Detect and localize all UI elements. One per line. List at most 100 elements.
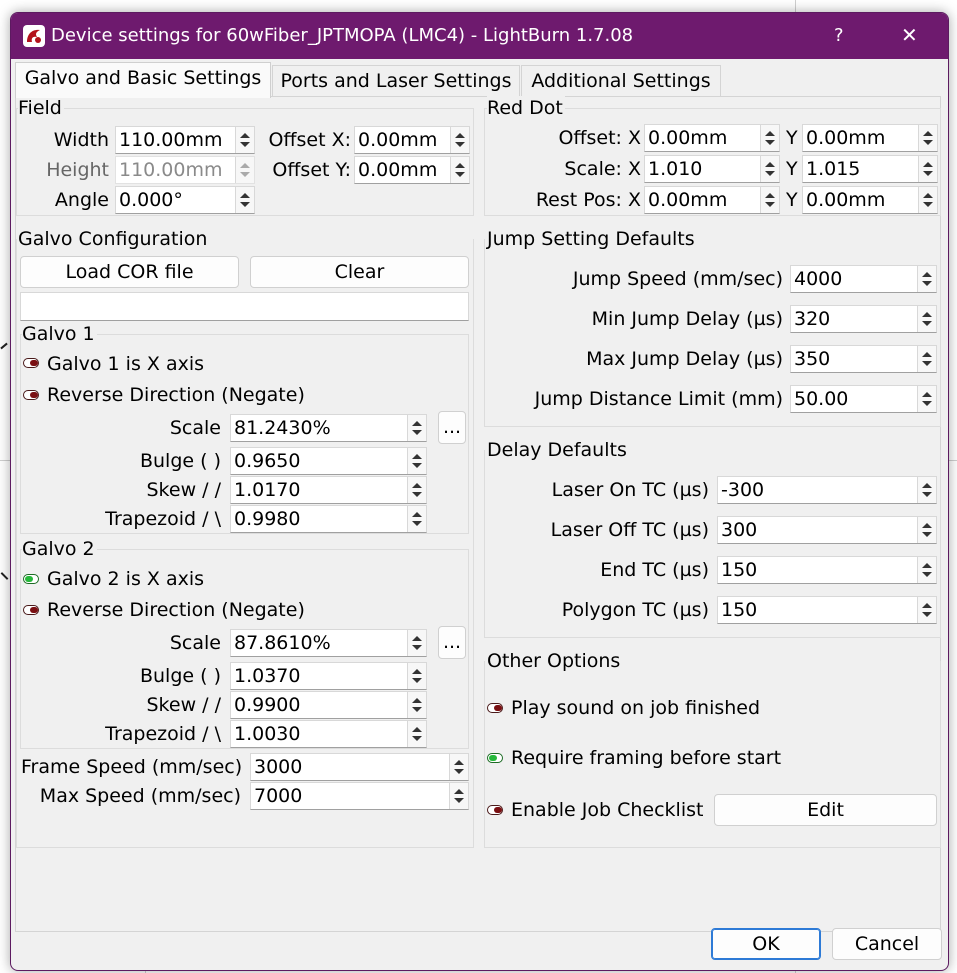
polygon-tc-input[interactable]: 150: [717, 596, 937, 624]
jump-speed-input[interactable]: 4000: [790, 265, 937, 293]
spin-arrows-icon[interactable]: [917, 306, 936, 332]
spin-arrows-icon[interactable]: [449, 754, 468, 780]
galvo-1-reverse-toggle[interactable]: [23, 390, 39, 400]
spin-arrows-icon[interactable]: [407, 721, 426, 747]
spin-arrows-icon[interactable]: [917, 386, 936, 412]
galvo-2-trapezoid-input[interactable]: 1.0030: [230, 720, 427, 748]
red-dot-offset-y-label: Y: [786, 127, 798, 149]
tab-ports-laser[interactable]: Ports and Laser Settings: [272, 65, 520, 96]
close-icon[interactable]: ✕: [901, 21, 918, 49]
spin-arrows-icon[interactable]: [918, 125, 937, 151]
spin-arrows-icon[interactable]: [450, 127, 469, 153]
max-speed-input[interactable]: 7000: [250, 782, 469, 810]
spin-arrows-icon[interactable]: [407, 663, 426, 689]
play-sound-toggle[interactable]: [487, 703, 503, 713]
tab-label: Additional Settings: [531, 70, 711, 92]
galvo-1-scale-more-button[interactable]: ...: [438, 411, 466, 444]
spin-arrows-icon[interactable]: [407, 477, 426, 503]
galvo-1-bulge-input[interactable]: 0.9650: [230, 447, 427, 475]
enable-checklist-label[interactable]: Enable Job Checklist: [511, 796, 703, 824]
spin-arrows-icon[interactable]: [407, 692, 426, 718]
offset-y-input[interactable]: 0.00mm: [354, 156, 470, 184]
red-dot-offset-x-input[interactable]: 0.00mm: [644, 124, 780, 152]
tab-additional[interactable]: Additional Settings: [521, 65, 721, 96]
spin-arrows-icon[interactable]: [917, 597, 936, 623]
angle-input[interactable]: 0.000°: [115, 186, 255, 214]
play-sound-label[interactable]: Play sound on job finished: [511, 694, 760, 722]
edit-checklist-button[interactable]: Edit: [714, 794, 937, 826]
galvo-1-reverse-label[interactable]: Reverse Direction (Negate): [47, 381, 305, 409]
galvo-1-is-x-label[interactable]: Galvo 1 is X axis: [47, 350, 204, 378]
galvo-2-bulge-input[interactable]: 1.0370: [230, 662, 427, 690]
spin-arrows-icon[interactable]: [918, 187, 937, 213]
galvo-2-is-x-toggle[interactable]: [23, 574, 39, 584]
spin-arrows-icon[interactable]: [407, 448, 426, 474]
galvo-2-bulge-label: Bulge ( ): [139, 665, 221, 687]
spin-arrows-icon[interactable]: [407, 415, 426, 441]
red-dot-rest-y-input[interactable]: 0.00mm: [802, 186, 938, 214]
galvo-2-reverse-toggle[interactable]: [23, 605, 39, 615]
more-label: ...: [442, 631, 462, 653]
red-dot-rest-x-input[interactable]: 0.00mm: [644, 186, 780, 214]
polygon-tc-label: Polygon TC (µs): [561, 599, 709, 621]
spin-arrows-icon[interactable]: [235, 127, 254, 153]
laser-on-tc-value: -300: [721, 479, 765, 501]
spin-arrows-icon[interactable]: [917, 517, 936, 543]
require-framing-toggle[interactable]: [487, 753, 503, 763]
jump-distance-label: Jump Distance Limit (mm): [534, 388, 783, 410]
galvo-2-reverse-label[interactable]: Reverse Direction (Negate): [47, 596, 305, 624]
galvo-2-title: Galvo 2: [22, 537, 97, 561]
cor-file-path-field[interactable]: [20, 292, 469, 321]
min-jump-delay-input[interactable]: 320: [790, 305, 937, 333]
jump-distance-input[interactable]: 50.00: [790, 385, 937, 413]
galvo-1-trapezoid-label: Trapezoid / \: [105, 508, 221, 530]
spin-arrows-icon[interactable]: [449, 783, 468, 809]
galvo-1-is-x-toggle[interactable]: [23, 358, 39, 368]
ok-label: OK: [752, 933, 780, 955]
clear-button[interactable]: Clear: [250, 256, 469, 288]
spin-arrows-icon[interactable]: [918, 156, 937, 182]
enable-checklist-toggle[interactable]: [487, 805, 503, 815]
spin-arrows-icon[interactable]: [917, 266, 936, 292]
galvo-2-scale-label: Scale: [169, 632, 221, 654]
laser-off-tc-input[interactable]: 300: [717, 516, 937, 544]
laser-on-tc-input[interactable]: -300: [717, 476, 937, 504]
min-jump-delay-value: 320: [794, 308, 831, 330]
spin-arrows-icon[interactable]: [407, 506, 426, 532]
help-button[interactable]: ?: [834, 22, 844, 50]
max-jump-delay-input[interactable]: 350: [790, 345, 937, 373]
galvo-2-skew-input[interactable]: 0.9900: [230, 691, 427, 719]
galvo-2-is-x-label[interactable]: Galvo 2 is X axis: [47, 565, 204, 593]
red-dot-scale-x-input[interactable]: 1.010: [644, 155, 780, 183]
spin-arrows-icon[interactable]: [917, 557, 936, 583]
offset-x-input[interactable]: 0.00mm: [354, 126, 470, 154]
width-input[interactable]: 110.00mm: [115, 126, 255, 154]
spin-arrows-icon[interactable]: [760, 125, 779, 151]
spin-arrows-icon[interactable]: [407, 630, 426, 656]
tab-label: Galvo and Basic Settings: [24, 67, 262, 89]
spin-arrows-icon[interactable]: [235, 187, 254, 213]
red-dot-scale-y-input[interactable]: 1.015: [802, 155, 938, 183]
galvo-1-scale-input[interactable]: 81.2430%: [230, 414, 427, 442]
galvo-1-skew-input[interactable]: 1.0170: [230, 476, 427, 504]
spin-arrows-icon[interactable]: [917, 346, 936, 372]
frame-speed-input[interactable]: 3000: [250, 753, 469, 781]
galvo-1-trapezoid-input[interactable]: 0.9980: [230, 505, 427, 533]
more-label: ...: [442, 416, 462, 438]
galvo-2-scale-input[interactable]: 87.8610%: [230, 629, 427, 657]
tab-galvo-basic[interactable]: Galvo and Basic Settings: [15, 62, 271, 98]
red-dot-offset-y-input[interactable]: 0.00mm: [802, 124, 938, 152]
require-framing-label[interactable]: Require framing before start: [511, 744, 781, 772]
cancel-button[interactable]: Cancel: [832, 928, 942, 960]
galvo-2-scale-more-button[interactable]: ...: [438, 626, 466, 659]
spin-arrows-icon[interactable]: [760, 187, 779, 213]
spin-arrows-icon[interactable]: [760, 156, 779, 182]
spin-arrows-icon[interactable]: [917, 477, 936, 503]
end-tc-input[interactable]: 150: [717, 556, 937, 584]
load-cor-button[interactable]: Load COR file: [20, 256, 239, 288]
title-bar[interactable]: Device settings for 60wFiber_JPTMOPA (LM…: [11, 13, 948, 59]
red-dot-rest-label: Rest Pos: X: [535, 189, 641, 211]
spin-arrows-icon[interactable]: [450, 157, 469, 183]
offset-y-label: Offset Y:: [272, 159, 351, 181]
ok-button[interactable]: OK: [711, 928, 821, 960]
